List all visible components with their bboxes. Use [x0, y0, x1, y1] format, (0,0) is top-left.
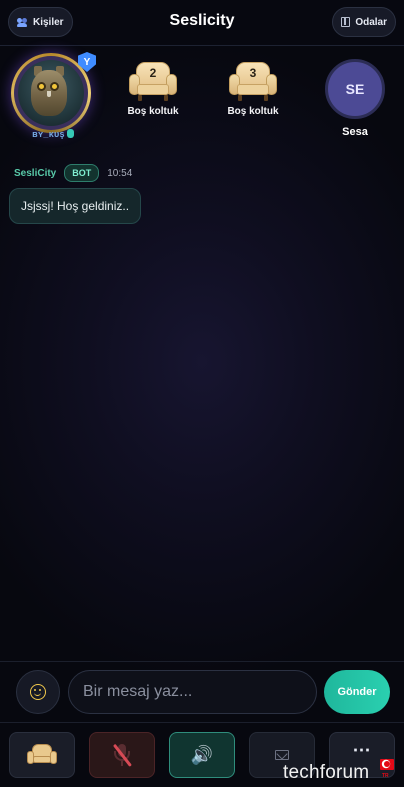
empty-seat-2[interactable]: 2 Boş koltuk	[108, 48, 198, 117]
envelope-icon	[275, 750, 289, 760]
host-name: ʙʏ_ᴋᴜş	[18, 129, 88, 139]
more-icon: ⋯	[352, 739, 372, 760]
mic-button[interactable]	[89, 732, 155, 778]
message-time: 10:54	[107, 167, 133, 179]
message-header: SesliCity BOT 10:54	[14, 164, 132, 182]
smiley-icon	[30, 684, 46, 700]
owl-avatar-image	[18, 60, 84, 126]
seats-row: Y ʙʏ_ᴋᴜş 2 Boş koltuk 3 Boş koltuk SE Se…	[0, 48, 404, 148]
armchair-icon: 2	[128, 62, 178, 102]
empty-seat-3[interactable]: 3 Boş koltuk	[208, 48, 298, 117]
armchair-icon	[27, 743, 57, 767]
divider	[0, 661, 404, 662]
speaker-button[interactable]: 🔊	[169, 732, 235, 778]
bot-badge: BOT	[64, 164, 100, 182]
rooms-button-label: Odalar	[355, 16, 387, 28]
rooms-button[interactable]: Odalar	[332, 7, 396, 37]
turkey-flag-icon	[380, 759, 394, 770]
user-name-sesa: Sesa	[342, 126, 368, 138]
message-sender[interactable]: SesliCity	[14, 168, 56, 179]
seat-number: 2	[149, 66, 157, 80]
message-text: Jsjssj! Hoş geldiniz..	[21, 199, 130, 213]
mic-muted-icon	[112, 743, 132, 767]
seat-button[interactable]	[9, 732, 75, 778]
seat-label: Boş koltuk	[127, 106, 179, 117]
top-header: Kişiler Seslicity Odalar	[0, 0, 404, 46]
user-avatar-sesa[interactable]: SE	[325, 59, 385, 119]
message-bubble: Jsjssj! Hoş geldiniz..	[9, 188, 142, 224]
speaker-icon: 🔊	[190, 744, 214, 765]
techforum-watermark: techforum	[283, 762, 370, 783]
emoji-button[interactable]	[16, 670, 60, 714]
message-input[interactable]	[68, 670, 317, 714]
armchair-icon: 3	[228, 62, 278, 102]
mic-status-icon	[66, 129, 74, 138]
send-button[interactable]: Gönder	[324, 670, 390, 714]
flag-text: TR	[382, 773, 389, 779]
rooms-icon	[341, 17, 351, 27]
seat-number: 3	[249, 66, 257, 80]
seat-label: Boş koltuk	[227, 106, 279, 117]
